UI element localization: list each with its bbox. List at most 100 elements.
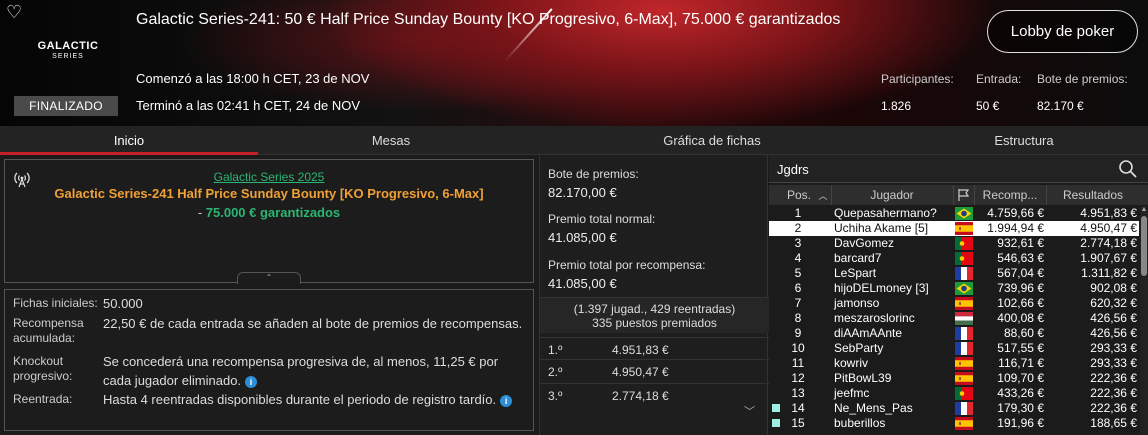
table-row[interactable]: 4 barcard7 546,63 € 1.907,67 € [769, 251, 1139, 266]
cell-position: 3 [794, 236, 802, 250]
cell-bounty: 739,96 € [997, 281, 1044, 295]
prize-pool-value: 82.170 € [1037, 99, 1084, 113]
search-icon[interactable] [1118, 159, 1138, 179]
scroll-thumb[interactable] [1141, 216, 1147, 276]
guaranteed-amount: - 75.000 € garantizados [5, 205, 533, 220]
ranking-rows: 1 Quepasahermano? 4.759,66 € 4.951,83 € 2 Uch… [769, 206, 1139, 435]
cell-bounty: 4.759,66 € [987, 206, 1044, 220]
prize-pool-label: Bote de premios: [1037, 72, 1128, 86]
ranking-scrollbar[interactable]: ▲ [1140, 206, 1148, 435]
tab-estructura[interactable]: Estructura [900, 126, 1148, 155]
cell-result: 1.311,82 € [1081, 266, 1137, 280]
cell-position: 13 [791, 386, 805, 400]
cell-player-name: PitBowL39 [834, 371, 892, 385]
tab-mesas[interactable]: Mesas [258, 126, 524, 155]
search-input[interactable]: Jgdrs [777, 162, 809, 177]
prize-row: 3.º 2.774,18 € [540, 383, 769, 405]
cell-result: 426,56 € [1090, 326, 1137, 340]
entries-summary: (1.397 jugad., 429 reentradas) 335 puest… [540, 297, 769, 333]
sort-up-icon[interactable]: ︿ [817, 189, 829, 202]
detail-label: Recompensa acumulada: [13, 316, 84, 345]
cell-player-name: kowriv [834, 356, 869, 370]
table-row[interactable]: 14 Ne_Mens_Pas 179,30 € 222,36 € [769, 401, 1139, 416]
cell-result: 902,08 € [1090, 281, 1137, 295]
country-flag-icon [955, 207, 973, 220]
cell-bounty: 116,71 € [998, 356, 1044, 370]
paid-places-summary: 335 puestos premiados [592, 316, 717, 330]
table-row[interactable]: 9 diAAmAAnte 88,60 € 426,56 € [769, 326, 1139, 341]
table-row[interactable]: 3 DavGomez 932,61 € 2.774,18 € [769, 236, 1139, 251]
table-row[interactable]: 6 hijoDELmoney [3] 739,96 € 902,08 € [769, 281, 1139, 296]
table-row[interactable]: 10 SebParty 517,55 € 293,33 € [769, 341, 1139, 356]
cell-result: 426,56 € [1090, 311, 1137, 325]
bounty-prize-label: Premio total por recompensa: [548, 258, 706, 272]
table-row[interactable]: 13 jeefmc 433,26 € 222,36 € [769, 386, 1139, 401]
prize-pool-label: Bote de premios: [548, 167, 639, 181]
prize-position: 2.º [548, 365, 563, 379]
end-time: Terminó a las 02:41 h CET, 24 de NOV [136, 98, 361, 113]
cell-bounty: 932,61 € [997, 236, 1044, 250]
country-flag-icon [955, 372, 973, 385]
chevron-down-icon[interactable]: ﹀ [744, 403, 755, 419]
col-player[interactable]: Jugador [831, 188, 953, 202]
cell-result: 4.950,47 € [1080, 221, 1137, 235]
start-time: Comenzó a las 18:00 h CET, 23 de NOV [136, 71, 370, 86]
country-flag-icon [955, 252, 973, 265]
cell-bounty: 400,08 € [997, 311, 1044, 325]
table-row[interactable]: 12 PitBowL39 109,70 € 222,36 € [769, 371, 1139, 386]
poker-lobby-button[interactable]: Lobby de poker [987, 10, 1138, 53]
tournament-title: Galactic Series-241: 50 € Half Price Sun… [136, 11, 841, 28]
favorite-heart-icon[interactable]: ♡ [6, 2, 22, 23]
column-divider [953, 185, 954, 205]
detail-label: Fichas iniciales: [13, 296, 98, 310]
players-summary: (1.397 jugad., 429 reentradas) [573, 302, 736, 316]
table-row[interactable]: 11 kowriv 116,71 € 293,33 € [769, 356, 1139, 371]
reentry-info-icon[interactable]: i [500, 394, 513, 407]
table-row[interactable]: 8 meszaroslorinc 400,08 € 426,56 € [769, 311, 1139, 326]
bounty-prize-value: 41.085,00 € [548, 276, 617, 291]
cell-position: 10 [791, 341, 805, 355]
event-info-panel: Galactic Series 2025 Galactic Series-241… [4, 159, 534, 284]
detail-value: Hasta 4 reentradas disponibles durante e… [103, 390, 523, 409]
galactic-series-logo: GALACTIC SERIES [28, 40, 108, 60]
cell-bounty: 109,70 € [997, 371, 1044, 385]
tab-inicio[interactable]: Inicio [0, 126, 258, 155]
cell-player-name: Uchiha Akame [5] [834, 221, 929, 235]
col-results[interactable]: Resultados [1046, 188, 1140, 202]
table-row[interactable]: 5 LeSpart 567,04 € 1.311,82 € [769, 266, 1139, 281]
ranking-table-header: Pos. ︿ Jugador Recomp... Resultados [769, 185, 1148, 205]
table-row[interactable]: 1 Quepasahermano? 4.759,66 € 4.951,83 € [769, 206, 1139, 221]
cell-position: 2 [794, 221, 802, 235]
cell-player-name: jamonso [834, 296, 880, 310]
knockout-info-icon[interactable]: i [245, 375, 258, 388]
col-bounty[interactable]: Recomp... [974, 188, 1046, 202]
table-row[interactable]: 7 jamonso 102,66 € 620,32 € [769, 296, 1139, 311]
cell-player-name: barcard7 [834, 251, 882, 265]
cell-player-name: hijoDELmoney [3] [834, 281, 929, 295]
entry-value: 50 € [976, 99, 1000, 113]
collapse-toggle[interactable]: ⌃ [237, 272, 301, 284]
prize-position: 3.º [548, 389, 563, 403]
cell-bounty: 179,30 € [997, 401, 1044, 415]
player-search-bar[interactable]: Jgdrs [769, 155, 1148, 183]
detail-label: Reentrada: [13, 392, 73, 406]
series-link[interactable]: Galactic Series 2025 [5, 170, 533, 184]
tab-grafica-fichas[interactable]: Gráfica de fichas [524, 126, 900, 155]
table-row[interactable]: 2 Uchiha Akame [5] 1.994,94 € 4.950,47 € [769, 221, 1139, 236]
table-row[interactable]: 15 buberillos 191,96 € 188,65 € [769, 416, 1139, 431]
detail-value: 22,50 € de cada entrada se añaden al bot… [103, 316, 523, 331]
cell-result: 188,65 € [1090, 416, 1137, 430]
country-flag-icon [955, 312, 973, 325]
scroll-up-icon[interactable]: ▲ [1140, 206, 1148, 213]
normal-prize-label: Premio total normal: [548, 212, 656, 226]
cell-player-name: Ne_Mens_Pas [834, 401, 913, 415]
tournament-details: Fichas iniciales: 50.000 Recompensa acum… [4, 289, 534, 431]
reentry-text: Hasta 4 reentradas disponibles durante e… [103, 392, 497, 407]
prize-row: 1.º 4.951,83 € [540, 337, 769, 359]
cell-position: 11 [791, 356, 805, 370]
guaranteed-prefix: - [197, 205, 206, 220]
cell-position: 6 [794, 281, 802, 295]
cell-bounty: 102,66 € [997, 296, 1044, 310]
col-pos[interactable]: Pos. [779, 188, 819, 202]
normal-prize-value: 41.085,00 € [548, 230, 617, 245]
